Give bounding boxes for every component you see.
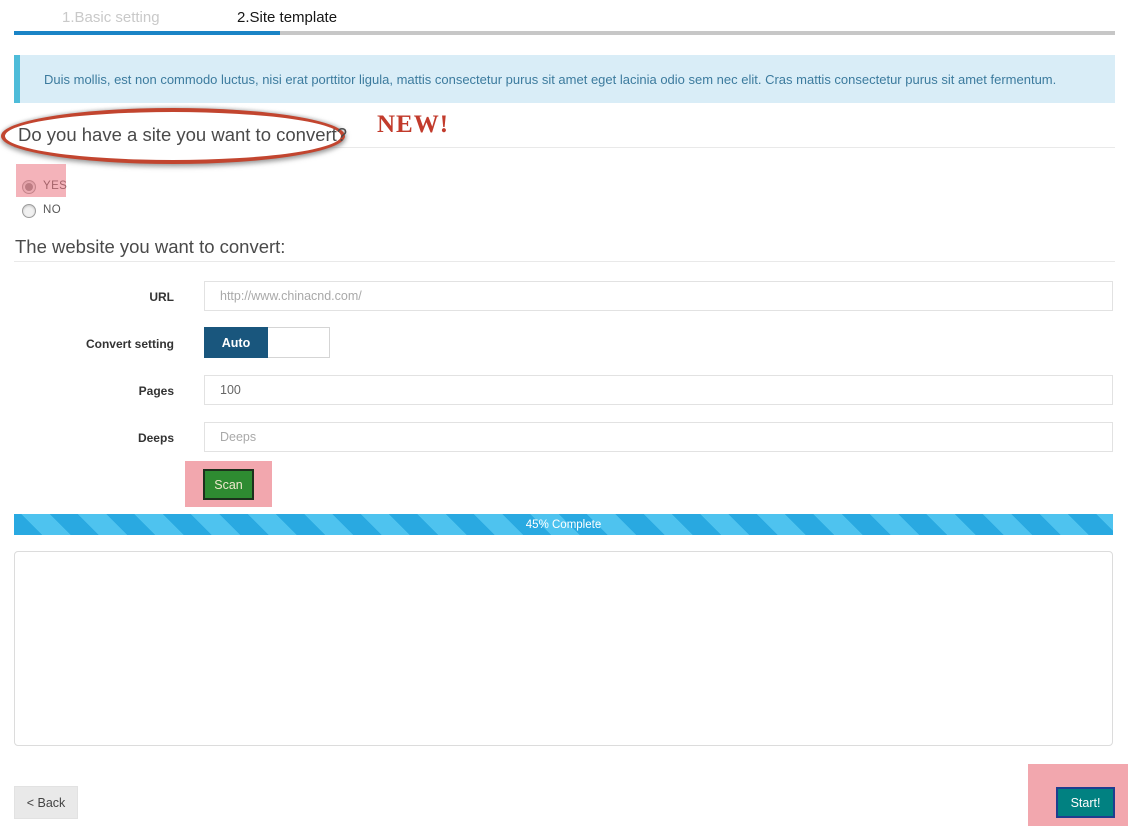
radio-no[interactable] — [22, 204, 36, 218]
url-input[interactable] — [204, 281, 1113, 311]
convert-setting-toggle[interactable]: Auto — [204, 327, 330, 358]
back-button[interactable]: < Back — [14, 786, 78, 819]
convert-setting-label: Convert setting — [85, 337, 174, 351]
info-banner: Duis mollis, est non commodo luctus, nis… — [14, 55, 1115, 103]
convert-setting-toggle-on[interactable]: Auto — [204, 327, 268, 358]
pages-label: Pages — [138, 384, 174, 398]
tab-progress-track — [280, 31, 1115, 35]
new-badge: NEW! — [377, 111, 450, 138]
progress-bar: 45% Complete — [14, 514, 1113, 535]
progress-label: 45% Complete — [525, 518, 602, 531]
site-tree-panel: − ✓ Page root ✓ Page 1 ✓ Page 2 − ✓ Page… — [14, 551, 1113, 746]
info-banner-text: Duis mollis, est non commodo luctus, nis… — [44, 71, 1057, 87]
radio-no-label[interactable]: NO — [43, 204, 61, 216]
section-heading: The website you want to convert: — [15, 236, 286, 257]
deeps-label: Deeps — [137, 431, 174, 445]
scan-button[interactable]: Scan — [203, 469, 254, 500]
section-divider — [14, 261, 1115, 262]
site-convert-wizard: 1.Basic setting 2.Site template Duis mol… — [0, 0, 1128, 826]
question-heading: Do you have a site you want to convert? — [18, 124, 348, 145]
url-label: URL — [149, 290, 174, 304]
yes-highlight-annotation — [16, 164, 66, 197]
pages-input[interactable] — [204, 375, 1113, 405]
tab-basic-setting[interactable]: 1.Basic setting — [62, 9, 160, 26]
tab-site-template[interactable]: 2.Site template — [237, 9, 337, 26]
deeps-input[interactable] — [204, 422, 1113, 452]
start-button[interactable]: Start! — [1056, 787, 1115, 818]
tab-progress-indicator — [14, 31, 280, 35]
